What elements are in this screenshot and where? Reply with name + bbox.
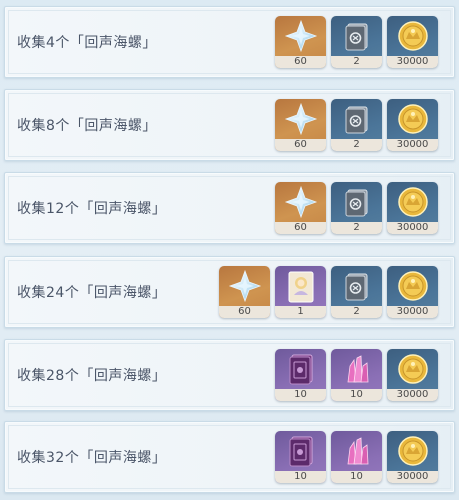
reward-count: 10 bbox=[275, 471, 326, 483]
hero-wit-book-icon bbox=[331, 182, 382, 222]
task-row: 收集8个「回声海螺」 60 2 30000 bbox=[4, 89, 455, 161]
task-row: 收集24个「回声海螺」 60 1 2 30000 bbox=[4, 256, 455, 328]
reward-item-purple-book[interactable]: 10 bbox=[275, 431, 326, 483]
reward-count: 60 bbox=[275, 139, 326, 151]
reward-count: 60 bbox=[275, 222, 326, 234]
reward-count: 10 bbox=[275, 389, 326, 401]
reward-items: 60 2 30000 bbox=[275, 16, 438, 68]
mora-icon bbox=[387, 431, 438, 471]
reward-items: 60 2 30000 bbox=[275, 99, 438, 151]
crystal-icon bbox=[331, 349, 382, 389]
reward-items: 60 1 2 30000 bbox=[219, 266, 438, 318]
mora-icon bbox=[387, 349, 438, 389]
primogem-icon bbox=[275, 16, 326, 56]
reward-count: 60 bbox=[275, 56, 326, 68]
reward-item-mora[interactable]: 30000 bbox=[387, 431, 438, 483]
task-row: 收集32个「回声海螺」 10 10 30000 bbox=[4, 421, 455, 493]
task-label: 收集24个「回声海螺」 bbox=[17, 285, 167, 301]
hero-wit-book-icon bbox=[331, 266, 382, 306]
reward-count: 30000 bbox=[387, 306, 438, 318]
reward-count: 2 bbox=[331, 139, 382, 151]
task-label: 收集12个「回声海螺」 bbox=[17, 201, 167, 217]
task-label: 收集4个「回声海螺」 bbox=[17, 35, 157, 51]
reward-count: 30000 bbox=[387, 389, 438, 401]
task-label: 收集28个「回声海螺」 bbox=[17, 368, 167, 384]
reward-count: 30000 bbox=[387, 139, 438, 151]
reward-item-primogem[interactable]: 60 bbox=[275, 16, 326, 68]
reward-items: 10 10 30000 bbox=[275, 349, 438, 401]
task-label: 收集32个「回声海螺」 bbox=[17, 450, 167, 466]
reward-count: 10 bbox=[331, 389, 382, 401]
crystal-icon bbox=[331, 431, 382, 471]
reward-items: 60 2 30000 bbox=[275, 182, 438, 234]
reward-item-mora[interactable]: 30000 bbox=[387, 266, 438, 318]
task-row: 收集12个「回声海螺」 60 2 30000 bbox=[4, 172, 455, 244]
mora-icon bbox=[387, 16, 438, 56]
reward-count: 2 bbox=[331, 306, 382, 318]
hero-wit-book-icon bbox=[331, 99, 382, 139]
reward-item-purple-book[interactable]: 10 bbox=[275, 349, 326, 401]
reward-item-primogem[interactable]: 60 bbox=[275, 99, 326, 151]
mora-icon bbox=[387, 182, 438, 222]
reward-item-mora[interactable]: 30000 bbox=[387, 349, 438, 401]
reward-item-mora[interactable]: 30000 bbox=[387, 99, 438, 151]
reward-item-primogem[interactable]: 60 bbox=[275, 182, 326, 234]
primogem-icon bbox=[275, 182, 326, 222]
reward-item-namecard[interactable]: 1 bbox=[275, 266, 326, 318]
reward-count: 30000 bbox=[387, 471, 438, 483]
mora-icon bbox=[387, 266, 438, 306]
reward-item-crystal[interactable]: 10 bbox=[331, 349, 382, 401]
namecard-icon bbox=[275, 266, 326, 306]
reward-count: 2 bbox=[331, 56, 382, 68]
hero-wit-book-icon bbox=[331, 16, 382, 56]
reward-items: 10 10 30000 bbox=[275, 431, 438, 483]
purple-book-icon bbox=[275, 431, 326, 471]
reward-item-primogem[interactable]: 60 bbox=[219, 266, 270, 318]
reward-count: 30000 bbox=[387, 56, 438, 68]
reward-count: 30000 bbox=[387, 222, 438, 234]
task-label: 收集8个「回声海螺」 bbox=[17, 118, 157, 134]
purple-book-icon bbox=[275, 349, 326, 389]
reward-count: 1 bbox=[275, 306, 326, 318]
reward-item-crystal[interactable]: 10 bbox=[331, 431, 382, 483]
task-row: 收集28个「回声海螺」 10 10 30000 bbox=[4, 339, 455, 411]
reward-count: 10 bbox=[331, 471, 382, 483]
mora-icon bbox=[387, 99, 438, 139]
reward-item-hero-wit-book[interactable]: 2 bbox=[331, 99, 382, 151]
reward-count: 60 bbox=[219, 306, 270, 318]
task-row: 收集4个「回声海螺」 60 2 30000 bbox=[4, 6, 455, 78]
reward-item-mora[interactable]: 30000 bbox=[387, 182, 438, 234]
reward-item-mora[interactable]: 30000 bbox=[387, 16, 438, 68]
reward-item-hero-wit-book[interactable]: 2 bbox=[331, 182, 382, 234]
primogem-icon bbox=[275, 99, 326, 139]
reward-count: 2 bbox=[331, 222, 382, 234]
reward-item-hero-wit-book[interactable]: 2 bbox=[331, 266, 382, 318]
reward-item-hero-wit-book[interactable]: 2 bbox=[331, 16, 382, 68]
primogem-icon bbox=[219, 266, 270, 306]
